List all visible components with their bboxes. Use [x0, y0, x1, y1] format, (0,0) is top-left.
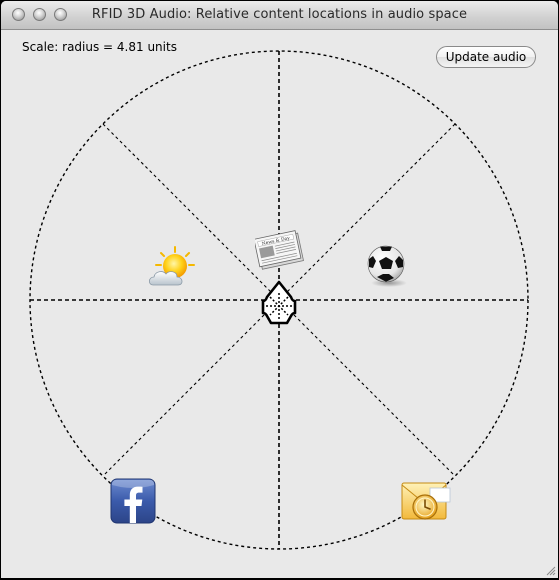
resize-grip-icon[interactable]: [546, 566, 556, 576]
newspaper-icon[interactable]: News & Day: [255, 229, 307, 273]
update-audio-button[interactable]: Update audio: [436, 46, 536, 68]
soccer-ball-icon[interactable]: [363, 244, 411, 288]
listener-head-icon: [261, 280, 297, 325]
weather-icon[interactable]: [147, 245, 197, 289]
outlook-icon[interactable]: [400, 477, 454, 525]
app-window: RFID 3D Audio: Relative content location…: [1, 1, 558, 578]
facebook-icon[interactable]: [109, 477, 158, 526]
scale-label: Scale: radius = 4.81 units: [22, 40, 177, 54]
